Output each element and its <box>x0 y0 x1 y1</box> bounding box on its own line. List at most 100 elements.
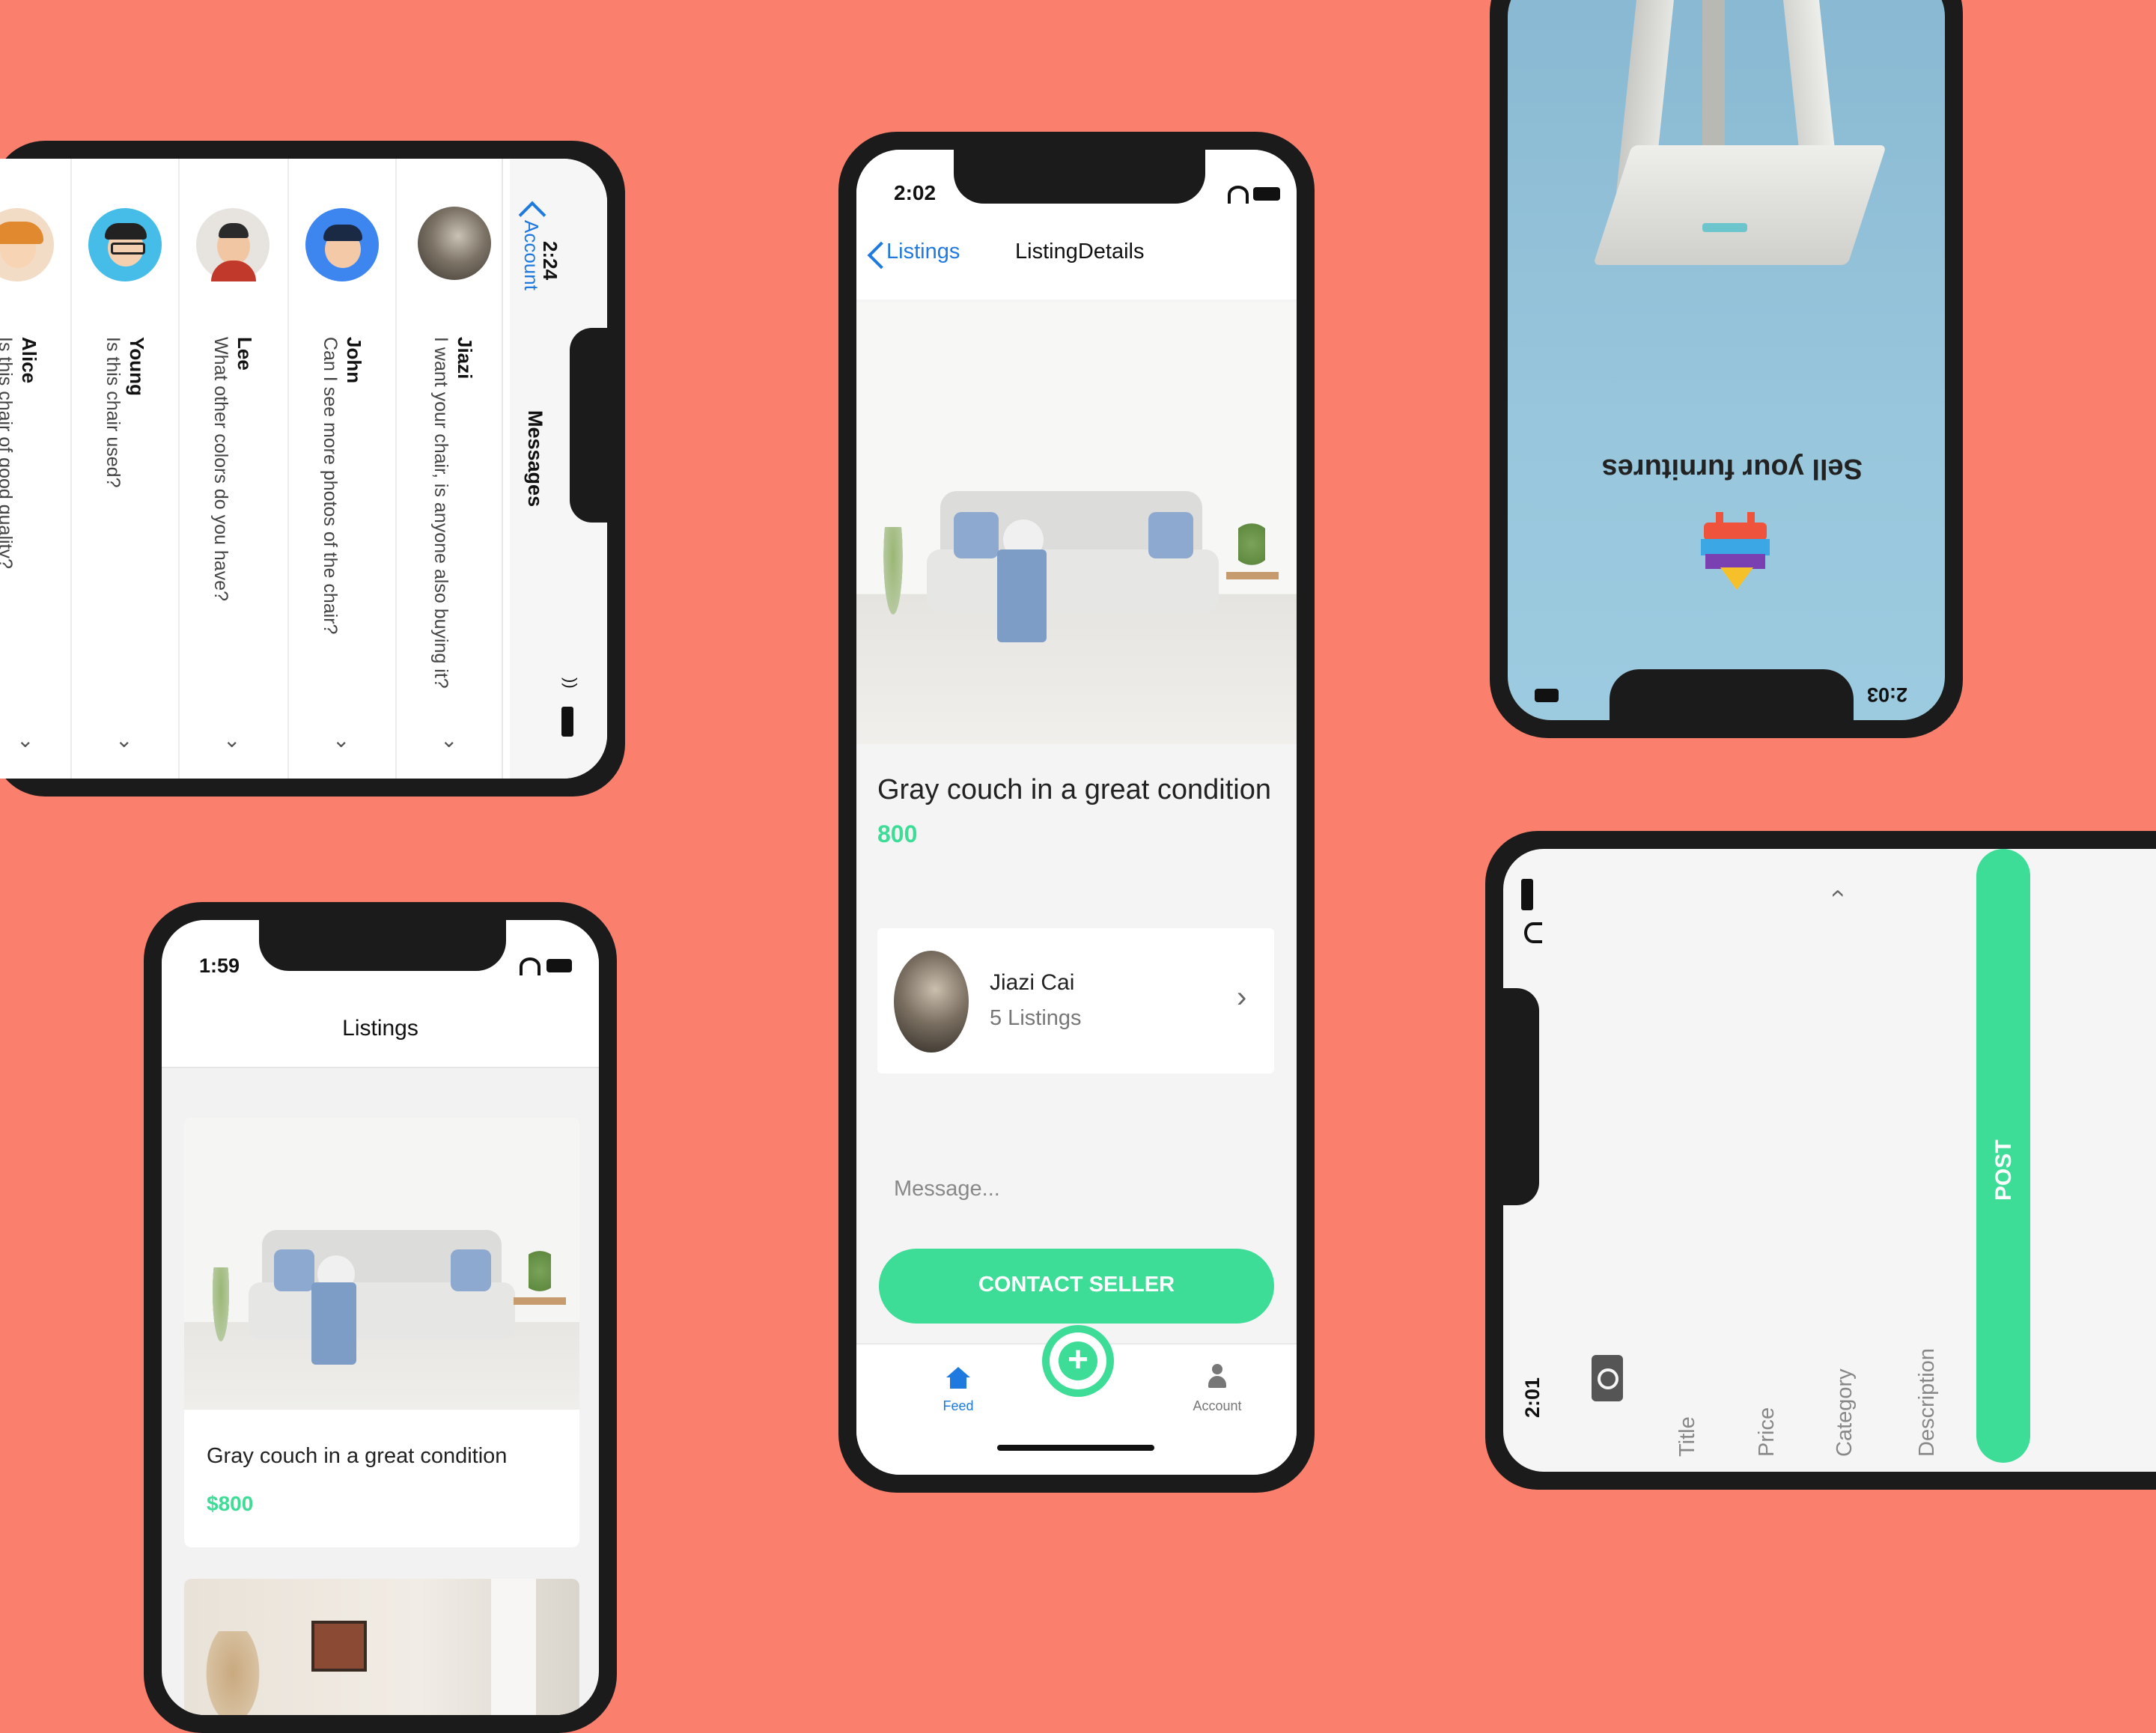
notch <box>570 328 607 523</box>
chevron-down-icon[interactable]: ⌄ <box>223 728 240 752</box>
details-screen: 2:02 Listings ListingDetails Gray couch … <box>856 150 1297 1475</box>
listing-price: 800 <box>877 820 918 847</box>
avatar <box>88 208 162 281</box>
battery-icon <box>1535 689 1559 702</box>
chevron-down-icon[interactable]: ⌄ <box>440 728 457 752</box>
listings-phone: 1:59 Listings Gray couch in a great cond… <box>144 902 617 1733</box>
page-title: Messages <box>524 410 546 508</box>
wifi-icon <box>520 957 540 975</box>
chevron-right-icon[interactable]: › <box>1822 889 1851 898</box>
seller-listings-count: 5 Listings <box>990 1006 1082 1030</box>
conversation-item[interactable]: Alice Is this chair of good quality? ⌄ <box>0 159 69 779</box>
notch <box>1503 988 1539 1205</box>
person-icon <box>1208 1364 1226 1391</box>
row-divider <box>70 159 72 779</box>
listing-card[interactable]: Gray couch in a great condition $800 <box>184 1118 579 1547</box>
plus-icon: + <box>1059 1341 1097 1380</box>
chevron-down-icon[interactable]: ⌄ <box>16 728 34 752</box>
post-phone: 2:01 Title Price Category Description › … <box>1485 831 2156 1490</box>
field-description[interactable]: Description <box>1915 1348 1940 1457</box>
conversation-item[interactable]: Jiazi I want your chair, is anyone also … <box>397 159 502 779</box>
tab-feed[interactable]: Feed <box>928 1356 988 1424</box>
message-preview: I want your chair, is anyone also buying… <box>428 337 454 726</box>
page-title: Listings <box>342 1016 418 1041</box>
back-account-link[interactable]: Account <box>520 220 543 290</box>
listing-photo <box>856 302 1297 744</box>
wifi-icon <box>1228 186 1249 204</box>
wifi-icon <box>1524 922 1542 943</box>
row-divider <box>287 159 289 779</box>
listing-title: Gray couch in a great condition <box>877 774 1271 805</box>
post-button-label: POST <box>1991 1139 2016 1201</box>
tagline: Sell your furnitures <box>1601 453 1863 484</box>
tab-account[interactable]: Account <box>1180 1356 1255 1424</box>
avatar <box>305 208 379 281</box>
notch <box>259 920 506 971</box>
back-listings-link[interactable]: Listings <box>886 240 960 264</box>
seller-card[interactable]: Jiazi Cai 5 Listings › <box>877 928 1274 1073</box>
avatar <box>894 951 969 1053</box>
wifi-icon: )) <box>561 677 580 689</box>
listing-card[interactable] <box>184 1579 579 1715</box>
preview-text: Is this chair used? <box>103 337 124 488</box>
page-title: ListingDetails <box>1015 240 1145 264</box>
message-input[interactable]: Message... <box>877 1160 1274 1220</box>
splash-screen: Sell your furnitures 2:03 <box>1508 0 1945 720</box>
status-time: 1:59 <box>199 954 240 977</box>
field-title[interactable]: Title <box>1675 1416 1700 1457</box>
conversation-item[interactable]: Young Is this chair used? ⌄ <box>72 159 177 779</box>
header-divider <box>502 159 503 779</box>
listing-price: $800 <box>207 1492 254 1515</box>
avatar <box>196 208 270 281</box>
message-placeholder: Message... <box>894 1177 1000 1201</box>
contact-seller-button[interactable]: CONTACT SELLER <box>879 1249 1274 1324</box>
app-logo <box>1698 512 1773 594</box>
row-divider <box>395 159 397 779</box>
status-time: 2:03 <box>1867 683 1908 706</box>
notch <box>1610 669 1854 720</box>
post-screen: 2:01 Title Price Category Description › … <box>1503 849 2156 1472</box>
conversation-item[interactable]: Lee What other colors do you have? ⌄ <box>180 159 284 779</box>
battery-icon <box>546 959 572 972</box>
notch <box>954 150 1205 204</box>
listing-photo <box>184 1579 579 1715</box>
tab-account-label: Account <box>1193 1398 1242 1413</box>
field-category[interactable]: Category <box>1833 1368 1857 1457</box>
preview-text: What other colors do you have? <box>210 337 231 601</box>
chevron-right-icon[interactable]: › <box>1237 981 1246 1014</box>
status-time: 2:01 <box>1521 1377 1544 1418</box>
stool-illustration <box>1583 0 1897 317</box>
post-button[interactable]: POST <box>1976 849 2030 1463</box>
preview-text: Is this chair of good quality? <box>0 337 16 569</box>
home-icon <box>946 1367 970 1389</box>
message-preview: Is this chair of good quality? <box>0 337 18 726</box>
tab-feed-label: Feed <box>943 1398 974 1413</box>
contact-name: Jiazi <box>454 337 476 380</box>
camera-icon[interactable] <box>1592 1355 1623 1401</box>
message-preview: What other colors do you have? <box>208 337 234 726</box>
battery-icon <box>561 707 573 737</box>
battery-icon <box>1521 879 1533 910</box>
avatar <box>418 207 491 280</box>
chevron-down-icon[interactable]: ⌄ <box>115 728 133 752</box>
preview-text: I want your chair, is anyone also buying… <box>430 337 451 689</box>
chevron-down-icon[interactable]: ⌄ <box>332 728 350 752</box>
row-divider <box>178 159 180 779</box>
message-preview: Is this chair used? <box>100 337 126 726</box>
showcase-canvas: { "colors":{"background":"#fb7f6d","acce… <box>0 0 2156 1733</box>
splash-phone: Sell your furnitures 2:03 <box>1490 0 1963 738</box>
contact-name: Young <box>126 337 148 396</box>
messages-screen: 2:24 )) Account Messages Jiazi I want yo… <box>0 159 607 779</box>
add-listing-button[interactable]: + <box>1042 1325 1114 1397</box>
listing-photo <box>184 1118 579 1410</box>
messages-phone: 2:24 )) Account Messages Jiazi I want yo… <box>0 141 625 797</box>
contact-name: Lee <box>234 337 256 371</box>
field-price[interactable]: Price <box>1755 1407 1779 1457</box>
details-phone: 2:02 Listings ListingDetails Gray couch … <box>838 132 1315 1493</box>
avatar <box>0 208 54 281</box>
conversation-item[interactable]: John Can I see more photos of the chair?… <box>289 159 394 779</box>
preview-text: Can I see more photos of the chair? <box>320 337 341 635</box>
seller-name: Jiazi Cai <box>990 970 1075 995</box>
home-indicator <box>997 1445 1154 1451</box>
contact-seller-label: CONTACT SELLER <box>978 1273 1175 1297</box>
